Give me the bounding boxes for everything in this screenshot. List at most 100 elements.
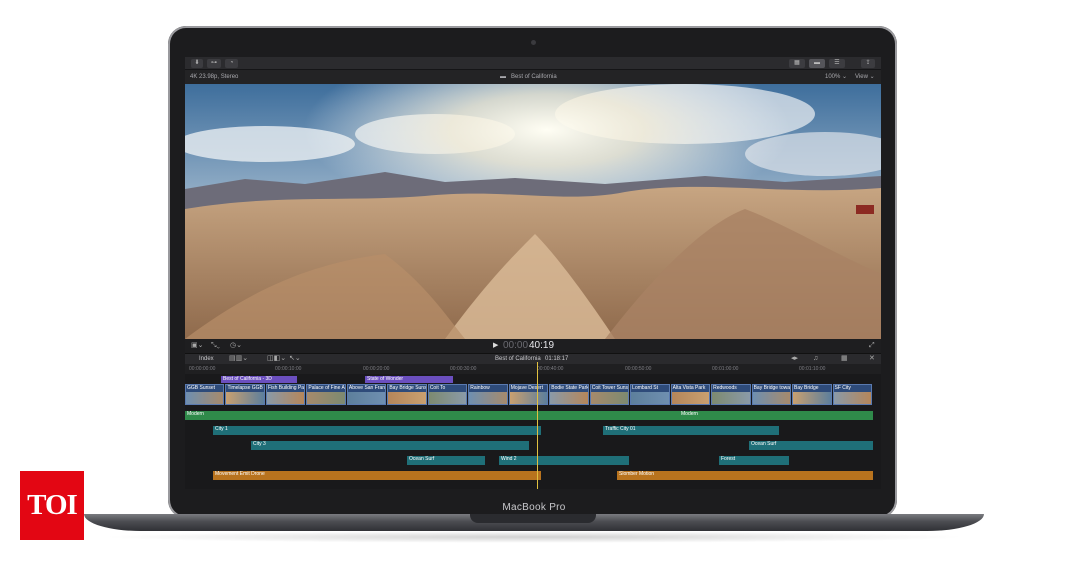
ruler-tick: 00:01:10:00 [799,366,826,372]
video-clip[interactable]: Bay Bridge toward SF [751,384,792,405]
camera-icon [531,40,536,45]
video-clip-label: Palace of Fine Arts [308,385,345,391]
device-label: MacBook Pro [502,502,566,513]
import-icon[interactable]: ⬇ [191,59,203,68]
project-title: Best of California [511,74,557,80]
audio-clip[interactable]: Forest [719,456,789,465]
video-clip[interactable]: Above San Francisco [346,384,387,405]
video-clip[interactable]: Coit Tower Sunset [589,384,630,405]
audio-clip[interactable]: Traffic City 01 [603,426,779,435]
video-clip[interactable]: Bay Bridge Sunset [387,384,427,405]
effects-browser-icon[interactable]: ▦ [841,354,848,364]
primary-storyline: GGB Sunset Timelapse GGB Fish Building Par… [185,384,881,405]
headphones-icon[interactable]: ♫ [813,354,818,364]
video-clip-thumbnail [631,392,669,404]
audio-clip[interactable]: Movement Emit Drone [213,471,541,480]
video-clip[interactable]: Mojave Desert [508,384,549,405]
viewer-info-bar: 4K 23.98p, Stereo ▬ Best of California 1… [185,71,881,83]
transform-icon[interactable]: ⤡⌄ [211,341,220,351]
timeline-toggle-icon[interactable]: ▬ [809,59,825,68]
audio-clip[interactable]: City 3 [251,441,529,450]
video-clip-thumbnail [671,392,710,404]
ruler-tick: 00:00:50:00 [625,366,652,372]
video-clip-thumbnail [793,392,831,404]
viewer-controls: ▣⌄ ⤡⌄ ◷⌄ ▶ 00:00 40:19 ⤢ [185,339,881,353]
video-clip-thumbnail [712,392,750,404]
video-clip-label: GGB Sunset [187,385,216,391]
video-clip-label: Bodie State Park [551,385,588,391]
viewer-options-icon[interactable]: ▣⌄ [191,341,203,351]
select-tool-icon[interactable]: ↖⌄ [289,354,301,364]
video-clip-thumbnail [428,392,467,404]
video-clip-label: Above San Francisco [348,385,386,391]
audio-clip[interactable]: Ocean Surf [407,456,485,465]
laptop-notch [470,514,596,523]
play-icon[interactable]: ▶ [493,341,498,351]
zoom-value: 100% [825,74,841,80]
audio-clip[interactable]: Ocean Surf [749,441,873,450]
view-menu-label: View [855,74,868,80]
format-label: 4K 23.98p, Stereo [190,74,239,80]
edit-tools-icon[interactable]: ◫◧⌄ [267,354,286,364]
timecode-dim: 00:00 [503,340,529,351]
video-clip[interactable]: Bay Bridge [792,384,832,405]
video-clip-label: Rainbow [470,385,490,391]
ruler-tick: 00:01:00:00 [712,366,739,372]
audio-clip[interactable]: Slomber Motion [617,471,873,480]
close-icon[interactable]: ✕ [869,354,875,364]
video-clip-label: SF City [834,385,851,391]
video-clip-thumbnail [347,392,386,404]
video-clip-thumbnail [509,392,548,404]
laptop-shadow [100,531,968,543]
video-clip-label: Bay Bridge Sunset [389,385,425,391]
video-clip[interactable]: Rainbow [468,384,508,405]
video-clip[interactable]: Palace of Fine Arts [306,384,346,405]
clapper-icon: ▬ [500,74,506,80]
audio-clip[interactable]: Wind 2 [499,456,629,465]
video-clip-thumbnail [266,392,305,404]
title-clip[interactable]: Best of California - 3D [221,376,297,383]
title-clip[interactable]: State of Wonder [365,376,453,383]
video-clip-label: Timelapse GGB [227,385,263,391]
video-clip-label: Bay Bridge [794,385,819,391]
video-clip-thumbnail [752,392,791,404]
video-clip-label: Bay Bridge toward SF [753,385,790,391]
video-clip-thumbnail [307,392,345,404]
video-clip[interactable]: Bodie State Park [549,384,589,405]
share-icon[interactable]: ⇪ [861,59,875,68]
video-clip[interactable]: Fish Building Part 2 [265,384,306,405]
desert-scene [185,84,881,339]
timeline-header: Index ▤▥⌄ ◫◧⌄ ↖⌄ Best of California 01:1… [185,353,881,364]
video-clip[interactable]: Alta Vista Park [670,384,711,405]
stage: ⬇ ⊶ ◔ ▦ ▬ ☰ ⇪ 4K 23.98p, Stereo ▬ Best o… [0,0,1068,580]
zoom-menu[interactable]: 100% ⌄ [825,71,847,83]
audio-skimming-icon[interactable]: ◂▸ [791,354,798,364]
view-menu[interactable]: View ⌄ [855,71,875,83]
video-clip[interactable]: Redwoods [711,384,751,405]
music-clip[interactable]: Modern [185,411,679,420]
app-screen: ⬇ ⊶ ◔ ▦ ▬ ☰ ⇪ 4K 23.98p, Stereo ▬ Best o… [185,57,881,489]
ruler-tick: 00:00:30:00 [450,366,477,372]
video-clip[interactable]: SF City [832,384,872,405]
timeline-tracks: Best of California - 3D State of Wonder … [185,362,881,489]
playhead[interactable] [537,362,538,489]
browser-toggle-icon[interactable]: ▦ [789,59,805,68]
background-tasks-icon[interactable]: ◔ [225,59,238,68]
speed-icon[interactable]: ◷⌄ [230,341,242,351]
audio-clip[interactable]: City 1 [213,426,541,435]
video-clip[interactable]: Lombard St [630,384,670,405]
toi-logo: TOI [20,471,84,540]
timecode: 40:19 [529,340,555,351]
video-clip[interactable]: Timelapse GGB [225,384,265,405]
inspector-toggle-icon[interactable]: ☰ [829,59,845,68]
ruler-tick: 00:00:20:00 [363,366,390,372]
video-clip[interactable]: Coit To [427,384,468,405]
viewer-desert-image [185,84,881,339]
music-clip[interactable]: Modern [679,411,873,420]
keyword-icon[interactable]: ⊶ [207,59,221,68]
clip-appearance-icon[interactable]: ▤▥⌄ [229,354,248,364]
video-clip-thumbnail [550,392,588,404]
video-clip[interactable]: GGB Sunset [185,384,225,405]
video-clip-thumbnail [186,392,224,404]
fullscreen-icon[interactable]: ⤢ [869,341,875,351]
